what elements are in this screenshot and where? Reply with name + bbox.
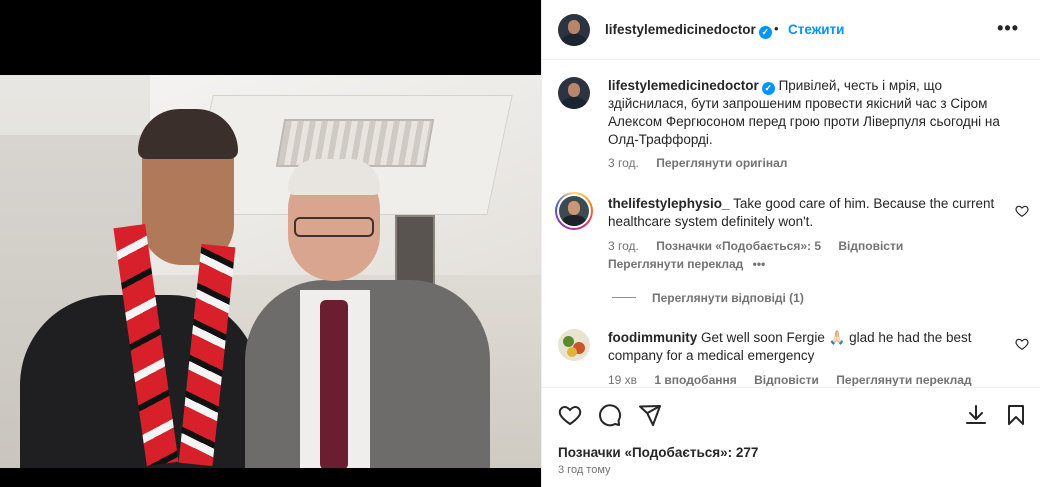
post-header: lifestylemedicinedoctor ✓ • Стежити ••• [542, 0, 1040, 60]
author-username[interactable]: lifestylemedicinedoctor ✓ [605, 22, 772, 39]
comment-time[interactable]: 3 год. [608, 239, 639, 253]
caption-username[interactable]: lifestylemedicinedoctor [608, 78, 759, 93]
comment-username[interactable]: thelifestylephysio_ [608, 196, 730, 211]
photo-person-right-tie [320, 300, 348, 468]
heart-icon[interactable] [558, 403, 582, 427]
comments-list[interactable]: lifestylemedicinedoctor ✓ Привілей, честь… [542, 61, 1040, 386]
comment-meta: 3 год. Позначки «Подобається»: 5 Відпові… [608, 239, 917, 253]
post-actions: Позначки «Подобається»: 277 3 год тому [542, 387, 1040, 487]
bookmark-icon[interactable] [1004, 403, 1028, 427]
comment-likes[interactable]: 1 вподобання [654, 373, 736, 386]
view-replies-button[interactable]: Переглянути відповіді (1) [652, 291, 804, 305]
see-original-link[interactable]: Переглянути оригінал [656, 156, 787, 170]
comment-more-icon[interactable]: ••• [753, 257, 766, 271]
share-icon[interactable] [638, 403, 662, 427]
post-side-panel: lifestylemedicinedoctor ✓ • Стежити ••• l… [541, 0, 1040, 487]
download-icon[interactable] [964, 403, 988, 427]
author-username-text[interactable]: lifestylemedicinedoctor [605, 22, 756, 37]
more-icon[interactable]: ••• [997, 18, 1019, 39]
reply-button[interactable]: Відповісти [838, 239, 903, 253]
author-avatar[interactable] [558, 14, 590, 46]
post-timestamp[interactable]: 3 год тому [558, 464, 611, 476]
see-translation-link[interactable]: Переглянути переклад [608, 257, 743, 271]
comment-icon[interactable] [598, 403, 622, 427]
comment-avatar-story-ring[interactable] [555, 192, 593, 230]
see-translation-link[interactable]: Переглянути переклад [836, 373, 971, 386]
caption-text-block: lifestylemedicinedoctor ✓ Привілей, честь… [608, 77, 1008, 149]
comment-like-heart-icon[interactable] [1015, 204, 1029, 218]
verified-icon: ✓ [758, 26, 772, 39]
separator-dot: • [774, 21, 779, 36]
caption-avatar[interactable] [558, 77, 590, 109]
caption-time[interactable]: 3 год. [608, 156, 639, 170]
comment-text-block: thelifestylephysio_ Take good care of hi… [608, 195, 1008, 231]
comment-likes[interactable]: Позначки «Подобається»: 5 [656, 239, 821, 253]
verified-icon: ✓ [761, 82, 775, 95]
follow-button[interactable]: Стежити [788, 22, 844, 37]
likes-count[interactable]: Позначки «Подобається»: 277 [558, 445, 758, 460]
replies-divider [612, 297, 636, 298]
comment-meta-2: Переглянути переклад ••• [608, 257, 779, 271]
comment-like-heart-icon[interactable] [1015, 337, 1029, 351]
photo-glasses [294, 217, 374, 237]
reply-button[interactable]: Відповісти [754, 373, 819, 386]
post-media[interactable] [0, 0, 541, 487]
comment-meta: 19 хв 1 вподобання Відповісти Переглянут… [608, 373, 986, 386]
caption-meta: 3 год. Переглянути оригінал [608, 156, 801, 170]
photo-person-right-hair [288, 159, 380, 195]
comment-avatar[interactable] [558, 329, 590, 361]
comment-text-block: foodimmunity Get well soon Fergie 🙏🏻 gla… [608, 329, 1008, 365]
comment-time[interactable]: 19 хв [608, 373, 637, 386]
post-photo[interactable] [0, 75, 541, 468]
comment-username[interactable]: foodimmunity [608, 330, 697, 345]
